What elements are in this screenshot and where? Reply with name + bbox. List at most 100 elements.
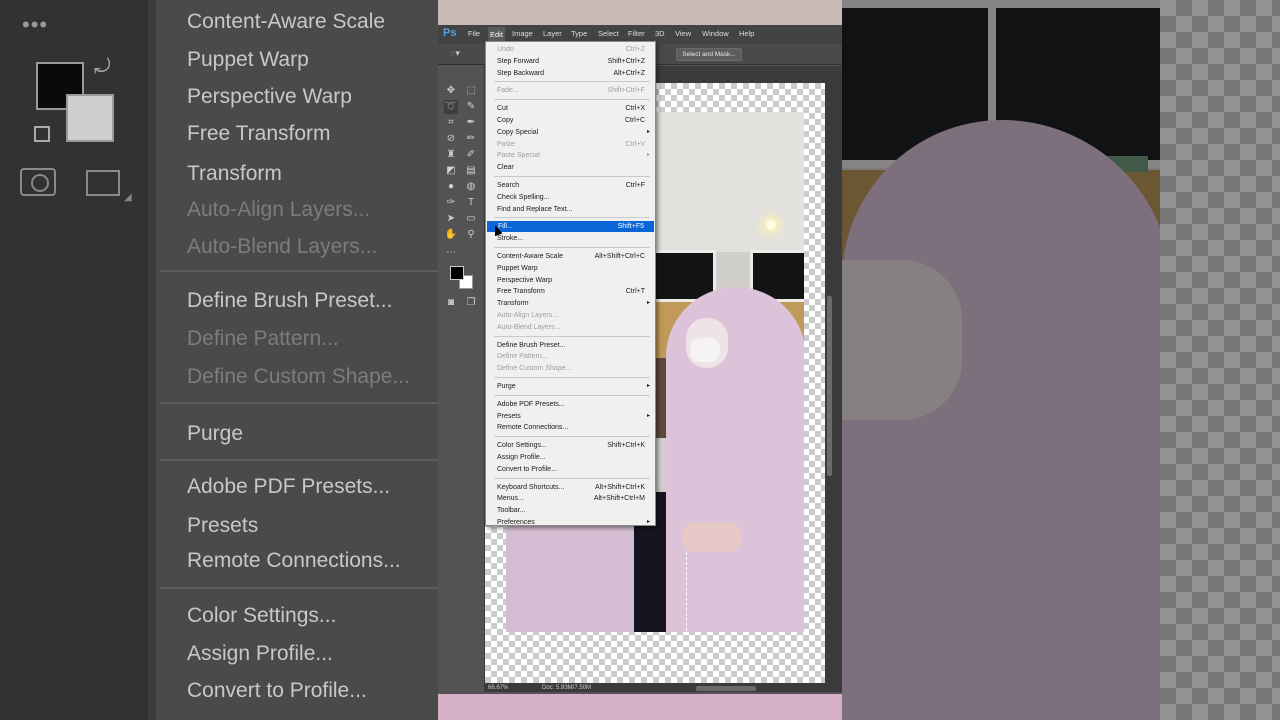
healing-brush-tool-icon[interactable]: ⊘ [444, 132, 458, 146]
menu-item-undo[interactable]: Undo Ctrl+Z [486, 44, 655, 55]
menu-item-find-and-replace-text[interactable]: Find and Replace Text... [486, 204, 655, 215]
hand-tool-icon[interactable]: ✋ [444, 228, 458, 242]
menu-help[interactable]: Help [739, 29, 754, 38]
menu-item-shortcut: Shift+Ctrl+K [607, 442, 645, 450]
zoomed-menu-item: Puppet Warp [187, 48, 309, 71]
menu-item-define-brush-preset[interactable]: Define Brush Preset... [486, 340, 655, 351]
face-mask [690, 338, 720, 362]
move-tool-icon[interactable]: ✥ [444, 84, 458, 98]
menu-item-paste[interactable]: Paste Ctrl+V [486, 139, 655, 150]
menu-layer[interactable]: Layer [543, 29, 562, 38]
menu-separator [494, 176, 650, 177]
photoshop-logo: Ps [443, 27, 457, 39]
blur-overlay [842, 0, 1280, 720]
menu-window[interactable]: Window [702, 29, 729, 38]
menu-item-convert-to-profile[interactable]: Convert to Profile... [486, 464, 655, 475]
menu-separator [494, 436, 650, 438]
menu-item-content-aware-scale[interactable]: Content-Aware Scale Alt+Shift+Ctrl+C [486, 251, 655, 262]
zoomed-toolstrip: ••• ⤾ ◢ [0, 0, 148, 720]
menu-separator [494, 81, 650, 83]
menu-item-auto-blend-layers[interactable]: Auto-Blend Layers... [486, 322, 655, 333]
menu-separator [494, 247, 650, 248]
menu-filter[interactable]: Filter [628, 29, 645, 38]
blur-tool-icon[interactable]: ● [444, 180, 458, 194]
shape-tool-icon[interactable]: ▭ [464, 212, 478, 226]
zoom-tool-icon[interactable]: ⚲ [464, 228, 478, 242]
zoomed-menu-background: ••• ⤾ ◢ Content-Aware Scale Puppet Warp Pe… [0, 0, 438, 720]
menu-item-label: Adobe PDF Presets... [497, 400, 565, 408]
screen-mode-arrow-icon: ◢ [124, 192, 132, 203]
edit-toolbar-icon[interactable]: ⋯ [444, 246, 458, 260]
menu-view[interactable]: View [675, 29, 691, 38]
crop-tool-icon[interactable]: ⌗ [444, 116, 458, 130]
horizontal-scroll-thumb[interactable] [696, 686, 756, 691]
menu-item-preferences[interactable]: Preferences ▸ [486, 517, 655, 528]
type-tool-icon[interactable]: T [464, 196, 478, 210]
menu-item-clear[interactable]: Clear [486, 162, 655, 173]
menu-item-step-forward[interactable]: Step Forward Shift+Ctrl+Z [486, 56, 655, 67]
brush-tool-icon[interactable]: ✏ [464, 132, 478, 146]
history-brush-tool-icon[interactable]: ✐ [464, 148, 478, 162]
menu-select[interactable]: Select [598, 29, 619, 38]
menu-file[interactable]: File [468, 29, 480, 38]
menu-type[interactable]: Type [571, 29, 587, 38]
menu-item-paste-special[interactable]: Paste Special ▸ [486, 150, 655, 161]
zoom-level[interactable]: 66.67% [488, 685, 508, 691]
menu-item-perspective-warp[interactable]: Perspective Warp [486, 275, 655, 286]
vertical-scroll-thumb[interactable] [827, 296, 832, 476]
menu-item-define-pattern[interactable]: Define Pattern... [486, 351, 655, 362]
foreground-color-swatch[interactable] [450, 266, 464, 280]
change-screen-mode-icon[interactable]: ❐ [464, 296, 478, 310]
select-and-mask-button[interactable]: Select and Mask... [676, 48, 742, 61]
menu-item-presets[interactable]: Presets ▸ [486, 411, 655, 422]
eraser-tool-icon[interactable]: ◩ [444, 164, 458, 178]
menu-item-define-custom-shape[interactable]: Define Custom Shape... [486, 363, 655, 374]
menu-item-puppet-warp[interactable]: Puppet Warp [486, 263, 655, 274]
menu-item-transform[interactable]: Transform ▸ [486, 298, 655, 309]
menu-item-remote-connections[interactable]: Remote Connections... [486, 422, 655, 433]
menu-item-search[interactable]: Search Ctrl+F [486, 180, 655, 191]
menu-item-copy[interactable]: Copy Ctrl+C [486, 115, 655, 126]
dodge-tool-icon[interactable]: ◍ [464, 180, 478, 194]
zoomed-menu-separator [160, 402, 438, 404]
menu-item-label: Check Spelling... [497, 193, 550, 201]
quick-select-tool-icon[interactable]: ✎ [464, 100, 478, 114]
pen-tool-icon[interactable]: ✑ [444, 196, 458, 210]
menu-item-free-transform[interactable]: Free Transform Ctrl+T [486, 286, 655, 297]
gradient-tool-icon[interactable]: ▤ [464, 164, 478, 178]
zoomed-menu-item: Color Settings... [187, 604, 337, 627]
menu-item-label: Paste Special [497, 152, 540, 160]
menu-item-auto-align-layers[interactable]: Auto-Align Layers... [486, 310, 655, 321]
quick-mask-mode-icon[interactable]: ◙ [444, 296, 458, 310]
menu-item-copy-special[interactable]: Copy Special ▸ [486, 127, 655, 138]
lasso-tool-icon[interactable]: ➰ [444, 100, 458, 114]
menu-item-adobe-pdf-presets[interactable]: Adobe PDF Presets... [486, 399, 655, 410]
lasso-tool-preset-icon[interactable]: ◌▾ [450, 48, 464, 58]
menu-item-assign-profile[interactable]: Assign Profile... [486, 452, 655, 463]
menu-item-toolbar[interactable]: Toolbar... [486, 505, 655, 516]
menu-item-purge[interactable]: Purge ▸ [486, 381, 655, 392]
menu-item-stroke[interactable]: Stroke... [486, 233, 655, 244]
menu-3d[interactable]: 3D [655, 29, 665, 38]
clone-stamp-tool-icon[interactable]: ♜ [444, 148, 458, 162]
menu-item-label: Cut [497, 105, 508, 113]
menu-image[interactable]: Image [512, 29, 533, 38]
menu-item-menus[interactable]: Menus... Alt+Shift+Ctrl+M [486, 493, 655, 504]
menu-separator [494, 377, 650, 378]
quick-mask-icon [20, 168, 56, 196]
menu-item-label: Puppet Warp [497, 264, 538, 272]
eyedropper-tool-icon[interactable]: ✒ [464, 116, 478, 130]
menu-item-step-backward[interactable]: Step Backward Alt+Ctrl+Z [486, 68, 655, 79]
marquee-tool-icon[interactable]: ⬚ [464, 84, 478, 98]
menu-item-fade[interactable]: Fade... Shift+Ctrl+F [486, 85, 655, 96]
menu-item-cut[interactable]: Cut Ctrl+X [486, 103, 655, 114]
background-color-swatch-zoomed [66, 94, 114, 142]
menu-item-label: Copy Special [497, 128, 539, 136]
menu-edit[interactable]: Edit [488, 27, 505, 42]
path-selection-tool-icon[interactable]: ➤ [444, 212, 458, 226]
menu-item-fill[interactable]: Fill... Shift+F5 [487, 221, 654, 233]
menu-item-color-settings[interactable]: Color Settings... Shift+Ctrl+K [486, 440, 655, 451]
menu-item-keyboard-shortcuts[interactable]: Keyboard Shortcuts... Alt+Shift+Ctrl+K [486, 482, 655, 493]
zoomed-menu-separator [160, 587, 438, 589]
menu-item-check-spelling[interactable]: Check Spelling... [486, 192, 655, 203]
